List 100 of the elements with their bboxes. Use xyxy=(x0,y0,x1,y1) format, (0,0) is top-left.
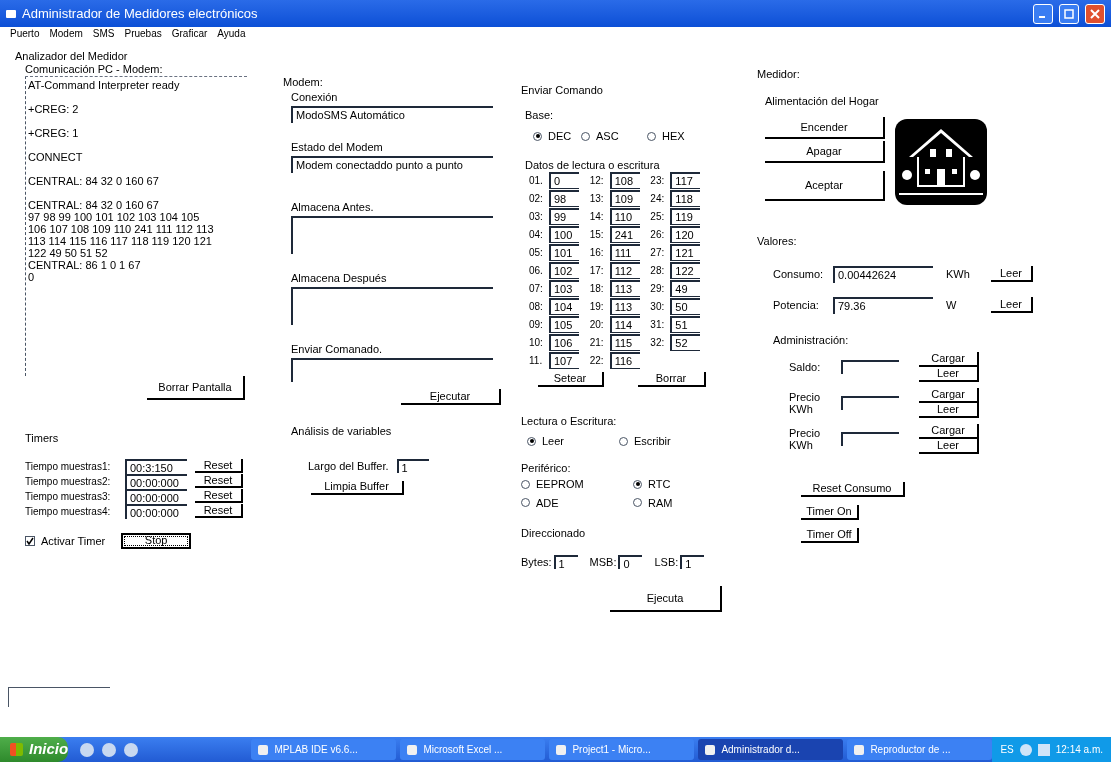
button[interactable]: Leer xyxy=(919,403,979,418)
radio-button[interactable] xyxy=(633,479,642,489)
radio-button[interactable] xyxy=(521,498,530,508)
menu-item[interactable]: SMS xyxy=(92,28,115,39)
section-title: Alimentación del Hogar xyxy=(764,93,880,109)
radio-label: ADE xyxy=(536,495,559,511)
radio-button[interactable] xyxy=(527,436,536,446)
text-field[interactable]: ModoSMS Automático xyxy=(291,106,493,123)
radio-button[interactable] xyxy=(521,479,530,489)
taskbar-button[interactable]: Microsoft Excel ... xyxy=(400,739,546,760)
index-label: 21: xyxy=(589,336,605,350)
value-field[interactable]: 113 xyxy=(609,298,640,315)
value-field[interactable]: 0.00442624 xyxy=(833,265,933,283)
value-field[interactable]: 0 xyxy=(549,172,579,189)
menu-item[interactable]: Graficar xyxy=(171,28,208,39)
stop-button[interactable]: Stop xyxy=(121,532,192,549)
maximize-icon[interactable] xyxy=(1059,3,1079,24)
execute-button[interactable]: Ejecutar xyxy=(401,389,501,405)
value-field[interactable]: 118 xyxy=(670,190,701,207)
value-field[interactable]: 112 xyxy=(609,262,640,279)
value-field[interactable]: 106 xyxy=(549,334,579,351)
value-field[interactable]: 108 xyxy=(609,172,640,189)
execute-button[interactable]: Ejecuta xyxy=(610,586,722,612)
set-button[interactable]: Setear xyxy=(538,371,604,387)
button[interactable]: Encender xyxy=(765,117,885,139)
value-field[interactable]: 115 xyxy=(609,334,640,351)
value-field[interactable]: 98 xyxy=(549,190,579,207)
address-field[interactable]: 1 xyxy=(680,554,705,569)
button[interactable]: Cargar xyxy=(919,352,979,367)
section-title: Administración: xyxy=(772,332,850,348)
value-field[interactable]: 100 xyxy=(549,226,579,243)
taskbar-button[interactable]: Administrador d... xyxy=(698,739,844,760)
button[interactable]: Timer On xyxy=(801,505,859,520)
radio-button[interactable] xyxy=(581,131,590,141)
button[interactable]: Leer xyxy=(919,439,979,454)
value-field[interactable]: 105 xyxy=(549,316,579,333)
close-icon[interactable] xyxy=(1085,3,1105,24)
value-field[interactable]: 114 xyxy=(609,316,640,333)
value-field[interactable]: 51 xyxy=(670,316,701,333)
value-field[interactable]: 109 xyxy=(609,190,640,207)
buffer-field[interactable]: 1 xyxy=(396,459,429,474)
value-field[interactable]: 102 xyxy=(549,262,579,279)
value-field[interactable]: 110 xyxy=(609,208,640,225)
menu-item[interactable]: Puerto xyxy=(10,28,40,39)
menu-item[interactable]: Pruebas xyxy=(124,28,162,39)
radio-button[interactable] xyxy=(633,498,642,508)
address-field[interactable]: 1 xyxy=(553,554,578,569)
timer-label: Tiempo muestras3: xyxy=(25,489,112,504)
clear-screen-button[interactable]: Borrar Pantalla xyxy=(147,376,245,400)
field-label: Lectura o Escritura: xyxy=(521,413,618,429)
button[interactable]: Reset Consumo xyxy=(801,482,905,497)
clear-button[interactable]: Borrar xyxy=(638,371,706,387)
clear-buffer-button[interactable]: Limpia Buffer xyxy=(311,480,404,495)
taskbar-button[interactable]: Reproductor de ... xyxy=(847,739,993,760)
reset-button[interactable]: Reset xyxy=(195,474,243,488)
taskbar-button[interactable]: MPLAB IDE v6.6... xyxy=(251,739,397,760)
button[interactable]: Leer xyxy=(919,367,979,382)
value-field[interactable]: 107 xyxy=(549,352,579,369)
value-field[interactable]: 122 xyxy=(670,262,701,279)
value-field[interactable]: 49 xyxy=(670,280,701,297)
minimize-icon[interactable] xyxy=(1033,3,1053,24)
time-field[interactable]: 00:3:150 xyxy=(125,458,187,474)
checkbox[interactable] xyxy=(25,535,35,546)
menu-item[interactable]: Modem xyxy=(49,28,83,39)
value-field[interactable]: 241 xyxy=(609,226,640,243)
value-field[interactable]: 79.36 xyxy=(833,296,933,314)
button[interactable]: Cargar xyxy=(919,424,979,439)
radio-button[interactable] xyxy=(533,131,542,141)
value-field[interactable]: 103 xyxy=(549,280,579,297)
value-field[interactable]: 119 xyxy=(670,208,701,225)
text-field[interactable] xyxy=(8,687,110,707)
address-field[interactable]: 0 xyxy=(618,554,643,569)
index-label: 09: xyxy=(529,318,544,332)
radio-button[interactable] xyxy=(647,131,656,141)
index-label: 19: xyxy=(589,300,605,314)
value-field[interactable]: 99 xyxy=(549,208,579,225)
read-button[interactable]: Leer xyxy=(991,297,1033,313)
value-field[interactable]: 101 xyxy=(549,244,579,261)
value-field[interactable]: 116 xyxy=(609,352,640,369)
value-field[interactable]: 52 xyxy=(670,334,701,351)
value-field[interactable]: 111 xyxy=(609,244,640,261)
menu-item[interactable]: Ayuda xyxy=(217,28,246,39)
taskbar-button[interactable]: Project1 - Micro... xyxy=(549,739,695,760)
value-field[interactable]: 104 xyxy=(549,298,579,315)
button[interactable]: Timer Off xyxy=(801,528,859,543)
reset-button[interactable]: Reset xyxy=(195,489,243,503)
value-field[interactable]: 117 xyxy=(670,172,701,189)
value-field[interactable]: 50 xyxy=(670,298,701,315)
index-label: 03: xyxy=(529,210,544,224)
button[interactable]: Apagar xyxy=(765,141,885,163)
read-button[interactable]: Leer xyxy=(991,266,1033,282)
radio-button[interactable] xyxy=(619,436,628,446)
value-field[interactable]: 121 xyxy=(670,244,701,261)
reset-button[interactable]: Reset xyxy=(195,459,243,473)
value-field[interactable]: 113 xyxy=(609,280,640,297)
button[interactable]: Cargar xyxy=(919,388,979,403)
reset-button[interactable]: Reset xyxy=(195,504,243,518)
text-field[interactable]: Modem conectaddo punto a punto xyxy=(291,156,493,173)
value-field[interactable]: 120 xyxy=(670,226,701,243)
button[interactable]: Aceptar xyxy=(765,171,885,201)
